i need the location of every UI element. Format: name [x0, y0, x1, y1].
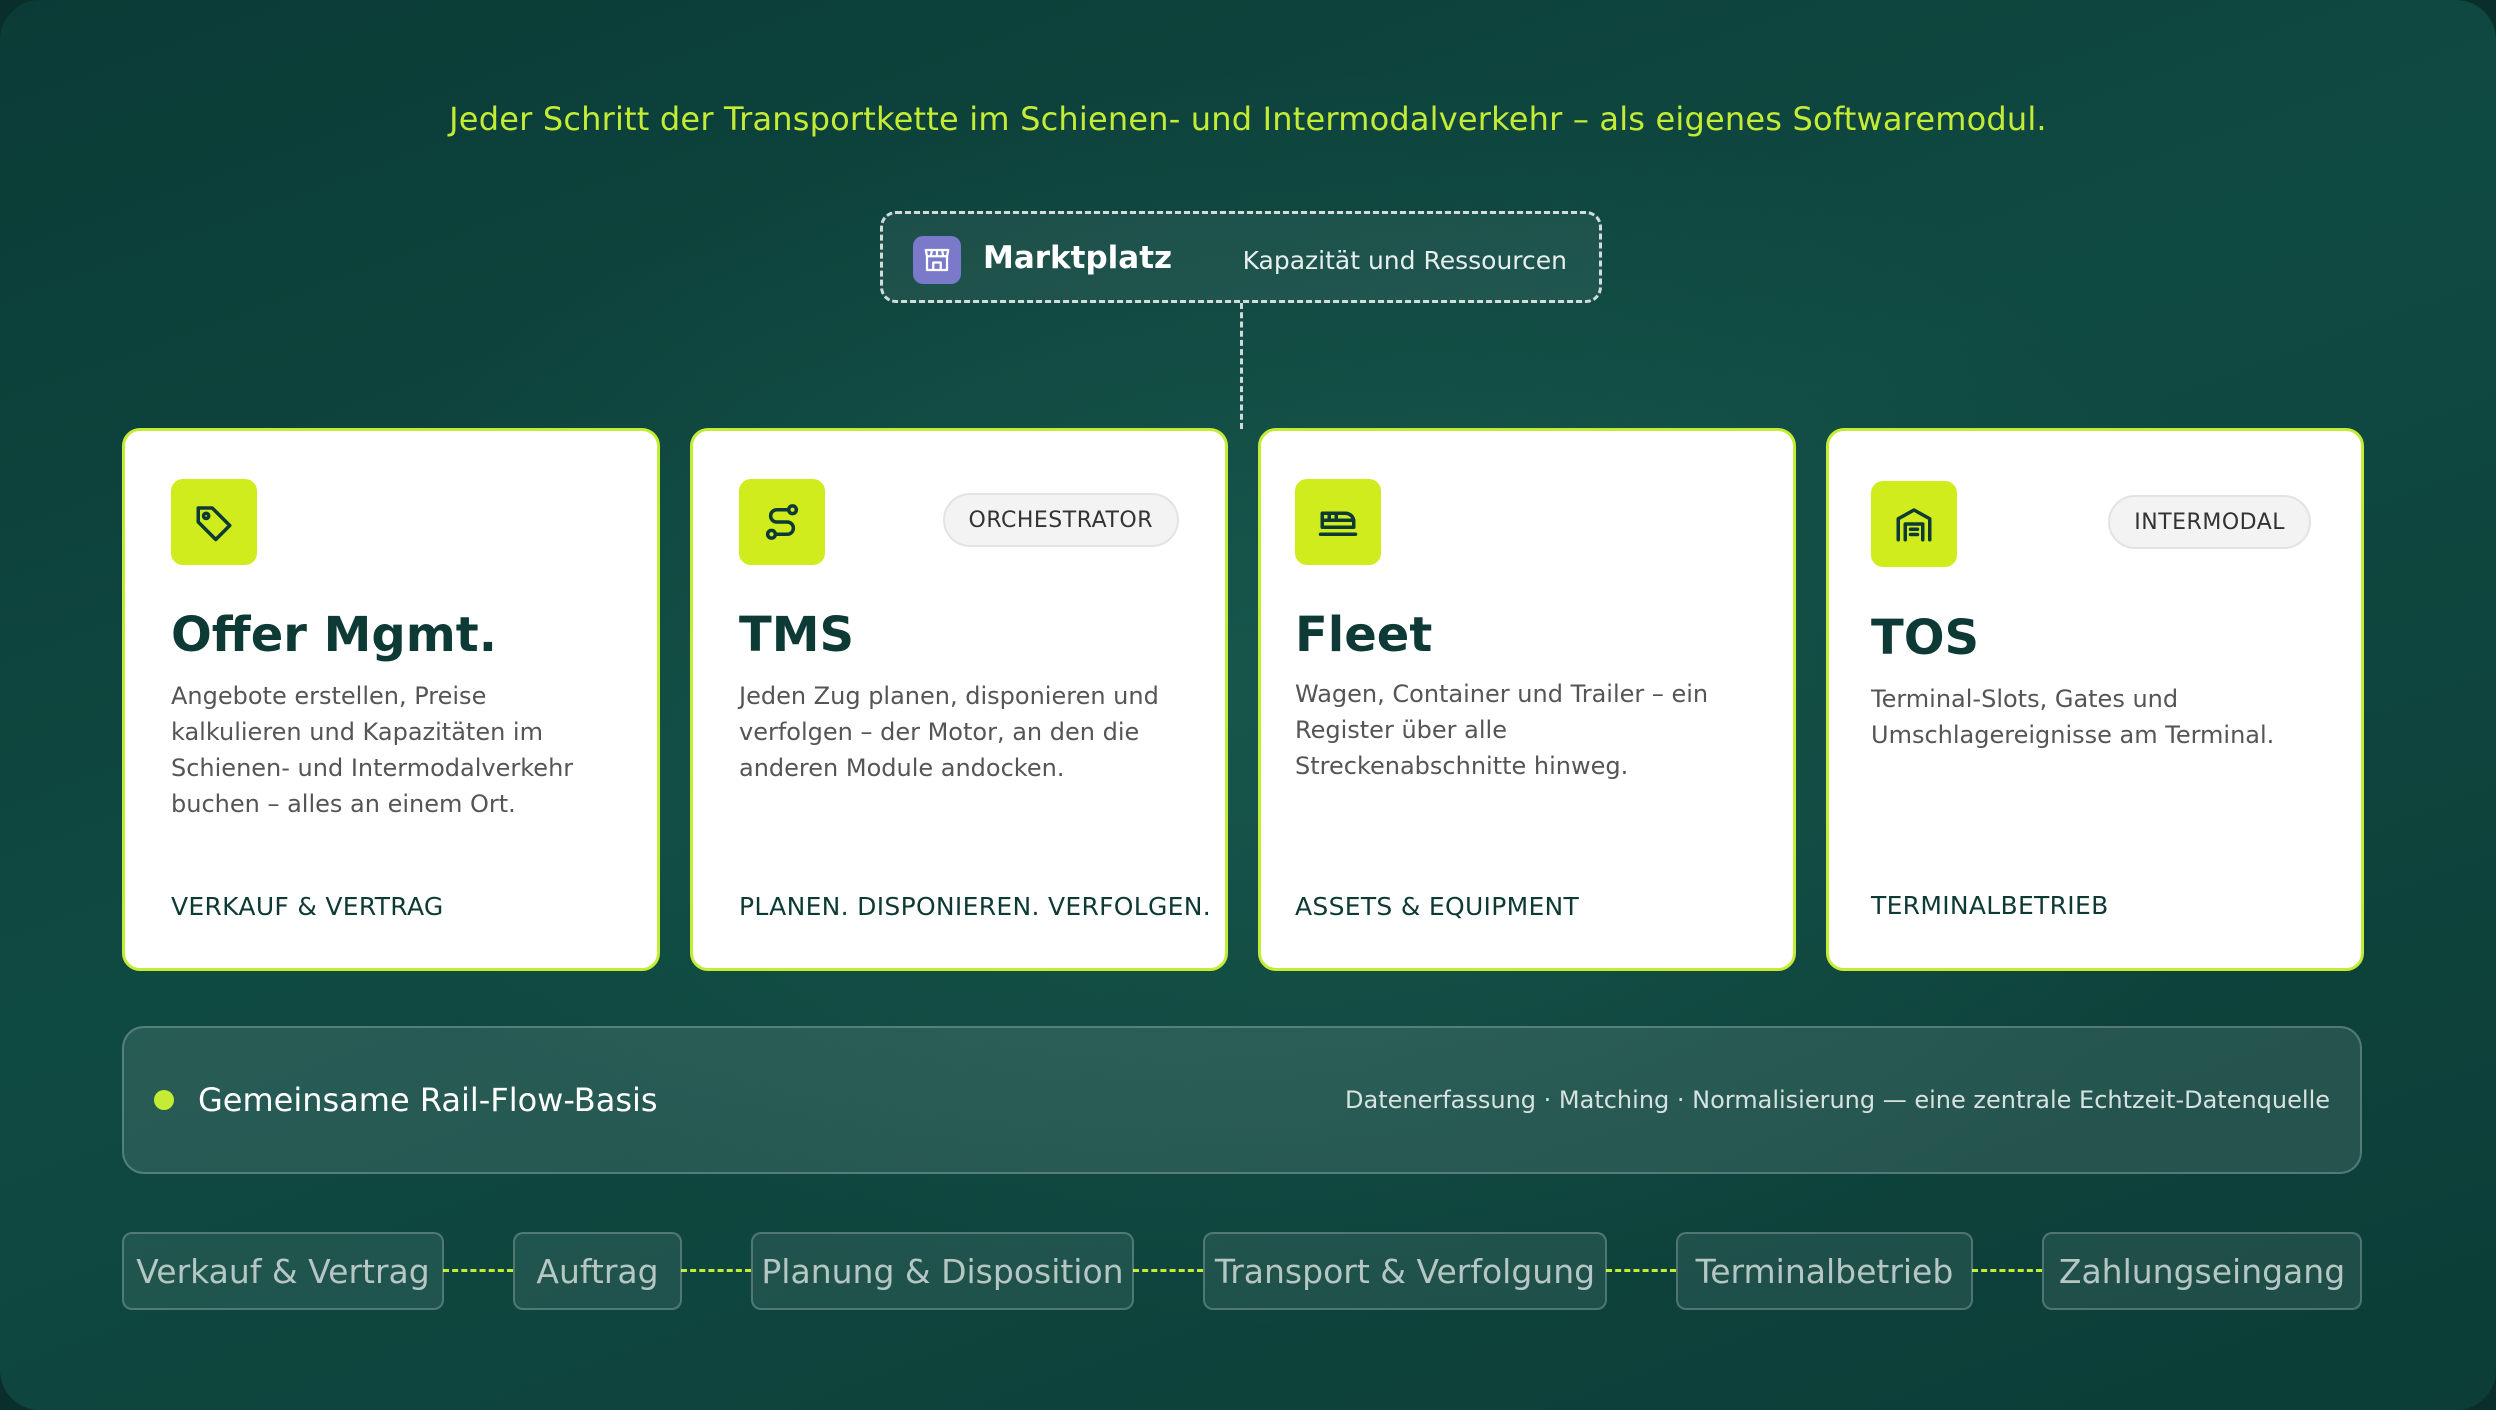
- step-zahlungseingang[interactable]: Zahlungseingang: [2042, 1232, 2362, 1310]
- module-title: TMS: [739, 607, 855, 663]
- step-connector: [1606, 1269, 1676, 1272]
- marketplace-box[interactable]: Marktplatz Kapazität und Ressourcen: [880, 211, 1602, 303]
- module-description: Angebote erstellen, Preise kalkulieren u…: [171, 682, 574, 818]
- module-card-offer-mgmt[interactable]: Offer Mgmt. Angebote erstellen, Preise k…: [122, 428, 660, 971]
- basis-title: Gemeinsame Rail-Flow-Basis: [198, 1081, 658, 1119]
- basis-subtitle: Datenerfassung · Matching · Normalisieru…: [1345, 1086, 2330, 1114]
- marketplace-title: Marktplatz: [983, 240, 1173, 276]
- module-title: Fleet: [1295, 607, 1433, 663]
- module-title: Offer Mgmt.: [171, 607, 497, 663]
- step-auftrag[interactable]: Auftrag: [513, 1232, 682, 1310]
- step-connector: [1133, 1269, 1203, 1272]
- module-description: Wagen, Container und Trailer – ein Regis…: [1295, 680, 1709, 780]
- step-connector: [1972, 1269, 2042, 1272]
- shared-basis-bar: Gemeinsame Rail-Flow-Basis Datenerfassun…: [122, 1026, 2362, 1174]
- status-dot-icon: [154, 1090, 174, 1110]
- train-icon: [1295, 479, 1381, 565]
- route-icon: [739, 479, 825, 565]
- headline: Jeder Schritt der Transportkette im Schi…: [449, 100, 2047, 138]
- module-title: TOS: [1871, 610, 1980, 666]
- intermodal-badge: INTERMODAL: [2108, 495, 2311, 549]
- step-terminalbetrieb[interactable]: Terminalbetrieb: [1676, 1232, 1973, 1310]
- warehouse-icon: [1871, 481, 1957, 567]
- module-card-tos[interactable]: INTERMODAL TOS Terminal-Slots, Gates und…: [1826, 428, 2364, 971]
- module-description: Terminal-Slots, Gates und Umschlagereign…: [1871, 685, 2275, 749]
- module-tag: PLANEN. DISPONIEREN. VERFOLGEN.: [739, 892, 1212, 921]
- step-connector: [681, 1269, 751, 1272]
- module-description: Jeden Zug planen, disponieren und verfol…: [739, 682, 1159, 782]
- marketplace-subtitle: Kapazität und Ressourcen: [1242, 246, 1567, 275]
- tag-icon: [171, 479, 257, 565]
- step-verkauf-vertrag[interactable]: Verkauf & Vertrag: [122, 1232, 444, 1310]
- diagram-canvas: Jeder Schritt der Transportkette im Schi…: [0, 0, 2496, 1410]
- module-tag: TERMINALBETRIEB: [1871, 891, 2109, 920]
- module-tag: ASSETS & EQUIPMENT: [1295, 892, 1580, 921]
- step-planung-disposition[interactable]: Planung & Disposition: [751, 1232, 1134, 1310]
- orchestrator-badge: ORCHESTRATOR: [942, 493, 1179, 547]
- module-card-fleet[interactable]: Fleet Wagen, Container und Trailer – ein…: [1258, 428, 1796, 971]
- step-transport-verfolgung[interactable]: Transport & Verfolgung: [1203, 1232, 1607, 1310]
- module-card-tms[interactable]: ORCHESTRATOR TMS Jeden Zug planen, dispo…: [690, 428, 1228, 971]
- marketplace-connector: [1240, 303, 1243, 429]
- module-tag: VERKAUF & VERTRAG: [171, 892, 444, 921]
- step-connector: [443, 1269, 513, 1272]
- storefront-icon: [913, 236, 961, 284]
